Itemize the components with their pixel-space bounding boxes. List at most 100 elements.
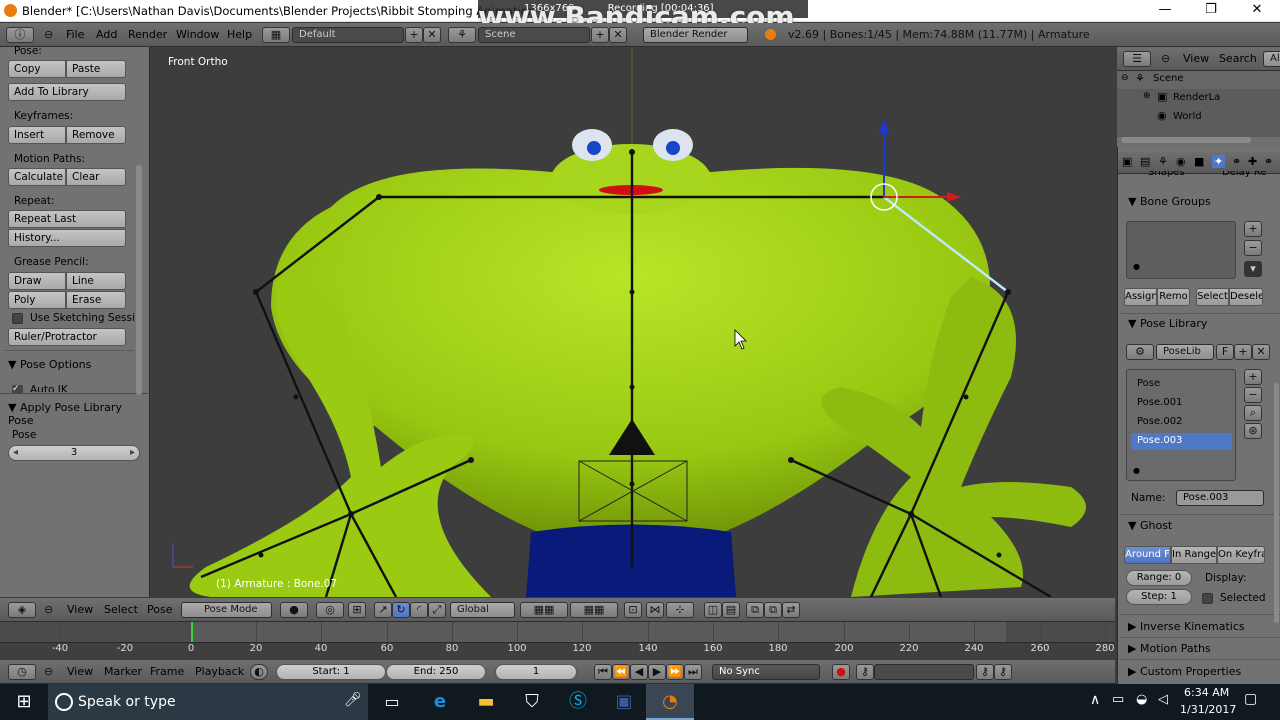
bone-group-menu-icon[interactable]: ▾ <box>1244 261 1262 277</box>
ghost-step-field[interactable]: Step: 1 <box>1126 589 1192 605</box>
keying-icon[interactable]: ⚷ <box>856 664 874 680</box>
object-tab-icon[interactable]: ■ <box>1194 155 1204 168</box>
keying-set-field[interactable] <box>874 664 974 680</box>
layers-icon[interactable]: ▦▦ <box>520 602 568 618</box>
battery-icon[interactable]: ▭ <box>1112 692 1124 707</box>
add-layout-icon[interactable]: + <box>405 27 423 43</box>
constraints-tab-icon[interactable]: ⚭ <box>1232 155 1241 168</box>
remove-scene-icon[interactable]: ✕ <box>609 27 627 43</box>
object-data-tab-icon[interactable]: ✦ <box>1212 155 1226 168</box>
select-button[interactable]: Select <box>1196 288 1229 306</box>
draw-button[interactable]: Draw <box>8 272 66 290</box>
collapse-icon[interactable]: ⊖ <box>44 603 53 616</box>
line-button[interactable]: Line <box>66 272 126 290</box>
insert-key-icon[interactable]: ⚷ <box>976 664 994 680</box>
notification-icon[interactable]: ▢ <box>1244 691 1257 707</box>
jump-end-icon[interactable]: ⏭ <box>684 664 702 680</box>
poly-button[interactable]: Poly <box>8 291 66 309</box>
inverse-kinematics-header[interactable]: ▶ Inverse Kinematics <box>1128 620 1245 633</box>
menu-window[interactable]: Window <box>176 28 219 41</box>
skype-icon[interactable]: Ⓢ <box>554 684 602 720</box>
ghost-header[interactable]: ▼ Ghost <box>1128 519 1172 532</box>
network-icon[interactable]: ◒ <box>1136 692 1147 707</box>
menu-marker[interactable]: Marker <box>104 665 142 678</box>
menu-view[interactable]: View <box>67 665 93 678</box>
microphone-icon[interactable]: 🎤︎ <box>344 692 362 708</box>
tray-chevron-icon[interactable]: ∧ <box>1090 692 1100 708</box>
menu-select[interactable]: Select <box>104 603 138 616</box>
editor-type-icon[interactable]: ⓘ <box>6 27 34 43</box>
edge-icon[interactable]: e <box>416 684 464 720</box>
outliner-scrollbar[interactable] <box>1121 137 1251 143</box>
remove-layout-icon[interactable]: ✕ <box>423 27 441 43</box>
motion-paths-header[interactable]: ▶ Motion Paths <box>1128 642 1211 655</box>
lock-icon[interactable]: ⊡ <box>624 602 642 618</box>
collapse-icon[interactable]: ⊖ <box>44 665 53 678</box>
menu-file[interactable]: File <box>66 28 84 41</box>
store-icon[interactable]: ⛉ <box>508 684 556 720</box>
scale-icon[interactable]: ⤢ <box>428 602 446 618</box>
insert-keyframe-button[interactable]: Insert <box>8 126 66 144</box>
custom-properties-header[interactable]: ▶ Custom Properties <box>1128 665 1241 678</box>
rotate-icon[interactable]: ◜ <box>410 602 428 618</box>
sketching-checkbox[interactable] <box>12 313 23 324</box>
preview-range-icon[interactable]: ◐ <box>250 664 268 680</box>
editor-type-icon[interactable]: ☰ <box>1123 51 1151 67</box>
pose-list[interactable]: Pose Pose.001 Pose.002 Pose.003 ● <box>1126 369 1236 481</box>
start-frame-field[interactable]: Start: 1 <box>276 664 386 680</box>
current-frame-line[interactable] <box>191 622 193 642</box>
add-to-library-button[interactable]: Add To Library <box>8 83 126 101</box>
scene-icon[interactable]: ⚘ <box>448 27 476 43</box>
snap-icon[interactable]: ⋈ <box>646 602 664 618</box>
prev-keyframe-icon[interactable]: ⏪ <box>612 664 630 680</box>
unlink-poselib-icon[interactable]: ✕ <box>1252 344 1270 360</box>
menu-render[interactable]: Render <box>128 28 167 41</box>
add-pose-icon[interactable]: + <box>1244 369 1262 385</box>
clock-time[interactable]: 6:34 AM <box>1184 686 1229 699</box>
play-reverse-icon[interactable]: ◀ <box>630 664 648 680</box>
bone-groups-header[interactable]: ▼ Bone Groups <box>1128 195 1211 208</box>
pose-list-item[interactable]: Pose <box>1137 378 1160 389</box>
pose-name-input[interactable]: Pose.003 <box>1176 490 1264 506</box>
bone-constraint-tab-icon[interactable]: ⚭ <box>1264 155 1273 168</box>
sanitize-pose-icon[interactable]: ⊛ <box>1244 423 1262 439</box>
next-keyframe-icon[interactable]: ⏩ <box>666 664 684 680</box>
shading-icon[interactable]: ● <box>280 602 308 618</box>
record-icon[interactable]: ● <box>832 664 850 680</box>
scene-field[interactable]: Scene <box>478 27 590 43</box>
action-icon[interactable]: ⚙ <box>1126 344 1154 360</box>
ghost-on-keyframes-button[interactable]: On Keyfra <box>1217 546 1265 564</box>
bone-tab-icon[interactable]: ✚ <box>1248 155 1257 168</box>
blender-taskbar-icon[interactable]: ◔ <box>646 684 694 720</box>
new-poselib-icon[interactable]: + <box>1234 344 1252 360</box>
pose-list-item[interactable]: Pose.002 <box>1137 416 1182 427</box>
screen-layout-icon[interactable]: ▦ <box>262 27 290 43</box>
ruler-button[interactable]: Ruler/Protractor <box>8 328 126 346</box>
apply-pose-library-header[interactable]: ▼ Apply Pose Library Pose <box>8 401 149 427</box>
render-icon[interactable]: ◫ <box>704 602 722 618</box>
filter-icon[interactable]: ● <box>1133 262 1140 271</box>
remove-button[interactable]: Remo <box>1157 288 1190 306</box>
close-button[interactable]: ✕ <box>1234 0 1280 22</box>
current-frame-field[interactable]: 1 <box>495 664 577 680</box>
calculate-button[interactable]: Calculate <box>8 168 66 186</box>
menu-frame[interactable]: Frame <box>150 665 184 678</box>
menu-view[interactable]: View <box>67 603 93 616</box>
display-mode-select[interactable]: Al <box>1263 51 1280 67</box>
screen-layout-field[interactable]: Default <box>292 27 404 43</box>
add-scene-icon[interactable]: + <box>591 27 609 43</box>
pivot-icon[interactable]: ◎ <box>316 602 344 618</box>
assign-button[interactable]: Assign <box>1124 288 1157 306</box>
copy-pose-icon[interactable]: ⧉ <box>746 602 764 618</box>
facebook-icon[interactable]: ▣ <box>600 684 648 720</box>
decrement-icon[interactable]: ◂ <box>13 446 18 460</box>
toolshelf-scrollbar[interactable] <box>136 165 142 395</box>
editor-type-icon[interactable]: ◷ <box>8 664 36 680</box>
ghost-in-range-button[interactable]: In Range <box>1171 546 1217 564</box>
end-frame-field[interactable]: End: 250 <box>386 664 486 680</box>
minimize-button[interactable]: — <box>1142 0 1188 22</box>
orientation-select[interactable]: Global <box>450 602 515 618</box>
outliner-row-scene[interactable]: ⊖ ⚘ Scene <box>1117 71 1280 89</box>
filter-icon[interactable]: ● <box>1133 466 1140 475</box>
snap-target-icon[interactable]: ⊹ <box>666 602 694 618</box>
